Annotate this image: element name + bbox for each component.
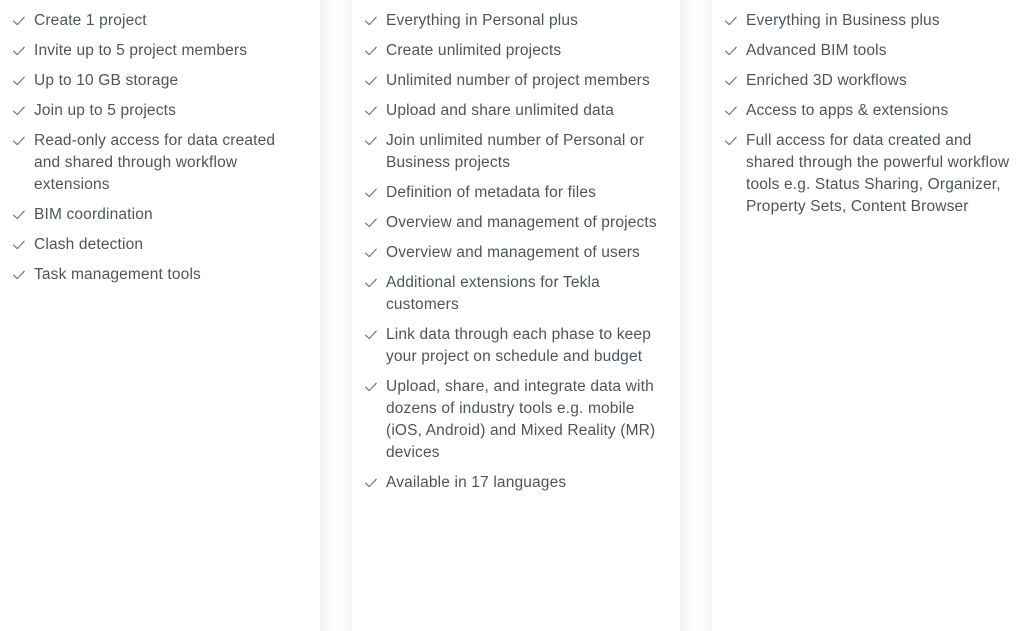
feature-item: Create unlimited projects [364,40,662,62]
check-icon [364,242,378,264]
feature-label: Additional extensions for Tekla customer… [386,274,600,313]
feature-label: Clash detection [34,236,144,253]
check-icon [12,10,26,32]
feature-item: Access to apps & extensions [724,100,1019,122]
feature-item: Available in 17 languages [364,472,662,494]
check-icon [364,10,378,32]
feature-label: Up to 10 GB storage [34,72,179,89]
feature-item: Overview and management of projects [364,212,662,234]
check-icon [724,10,738,32]
check-icon [364,472,378,494]
check-icon [364,182,378,204]
feature-item: Upload and share unlimited data [364,100,662,122]
feature-item: Create 1 project [12,10,304,32]
feature-item: Enriched 3D workflows [724,70,1019,92]
feature-item: Advanced BIM tools [724,40,1019,62]
check-icon [364,324,378,346]
feature-label: Invite up to 5 project members [34,42,248,59]
feature-item: Clash detection [12,234,304,256]
feature-label: Definition of metadata for files [386,184,597,201]
feature-item: Task management tools [12,264,304,286]
check-icon [12,100,26,122]
check-icon [364,376,378,398]
feature-label: Link data through each phase to keep you… [386,326,651,365]
feature-list-business: Everything in Personal plus Create unlimi… [364,10,662,494]
feature-label: Join up to 5 projects [34,102,176,119]
feature-item: Join unlimited number of Personal or Bus… [364,130,662,174]
feature-item: Upload, share, and integrate data with d… [364,376,662,464]
feature-label: Advanced BIM tools [746,42,887,59]
check-icon [724,40,738,62]
feature-label: Create unlimited projects [386,42,562,59]
feature-label: BIM coordination [34,206,153,223]
feature-list-personal: Create 1 project Invite up to 5 project m… [12,10,304,286]
feature-label: Everything in Business plus [746,12,940,29]
check-icon [12,234,26,256]
feature-label: Read-only access for data created and sh… [34,132,276,193]
plan-column-enterprise: Everything in Business plus Advanced BIM … [712,0,1027,631]
feature-item: Invite up to 5 project members [12,40,304,62]
feature-item: Up to 10 GB storage [12,70,304,92]
check-icon [724,130,738,152]
feature-label: Task management tools [34,266,201,283]
column-divider-1 [320,0,352,631]
feature-label: Access to apps & extensions [746,102,949,119]
feature-item: Everything in Personal plus [364,10,662,32]
feature-item: Everything in Business plus [724,10,1019,32]
feature-label: Overview and management of users [386,244,640,261]
check-icon [364,40,378,62]
feature-label: Join unlimited number of Personal or Bus… [386,132,645,171]
feature-item: Definition of metadata for files [364,182,662,204]
feature-item: BIM coordination [12,204,304,226]
feature-label: Enriched 3D workflows [746,72,907,89]
feature-label: Upload, share, and integrate data with d… [386,378,656,461]
check-icon [724,70,738,92]
feature-label: Unlimited number of project members [386,72,650,89]
check-icon [364,70,378,92]
feature-item: Read-only access for data created and sh… [12,130,304,196]
column-divider-2 [680,0,712,631]
check-icon [12,264,26,286]
feature-list-enterprise: Everything in Business plus Advanced BIM … [724,10,1019,218]
check-icon [364,272,378,294]
check-icon [364,130,378,152]
feature-label: Full access for data created and shared … [746,132,1010,215]
check-icon [12,40,26,62]
plan-comparison-columns: Create 1 project Invite up to 5 project m… [0,0,1027,631]
feature-label: Available in 17 languages [386,474,567,491]
feature-item: Link data through each phase to keep you… [364,324,662,368]
feature-item: Additional extensions for Tekla customer… [364,272,662,316]
feature-item: Unlimited number of project members [364,70,662,92]
feature-label: Everything in Personal plus [386,12,579,29]
feature-label: Upload and share unlimited data [386,102,614,119]
feature-label: Overview and management of projects [386,214,657,231]
feature-item: Join up to 5 projects [12,100,304,122]
check-icon [364,212,378,234]
feature-item: Overview and management of users [364,242,662,264]
check-icon [12,204,26,226]
check-icon [364,100,378,122]
check-icon [12,130,26,152]
plan-column-business: Everything in Personal plus Create unlimi… [352,0,680,631]
check-icon [12,70,26,92]
feature-label: Create 1 project [34,12,147,29]
check-icon [724,100,738,122]
feature-item: Full access for data created and shared … [724,130,1019,218]
plan-column-personal: Create 1 project Invite up to 5 project m… [0,0,320,631]
